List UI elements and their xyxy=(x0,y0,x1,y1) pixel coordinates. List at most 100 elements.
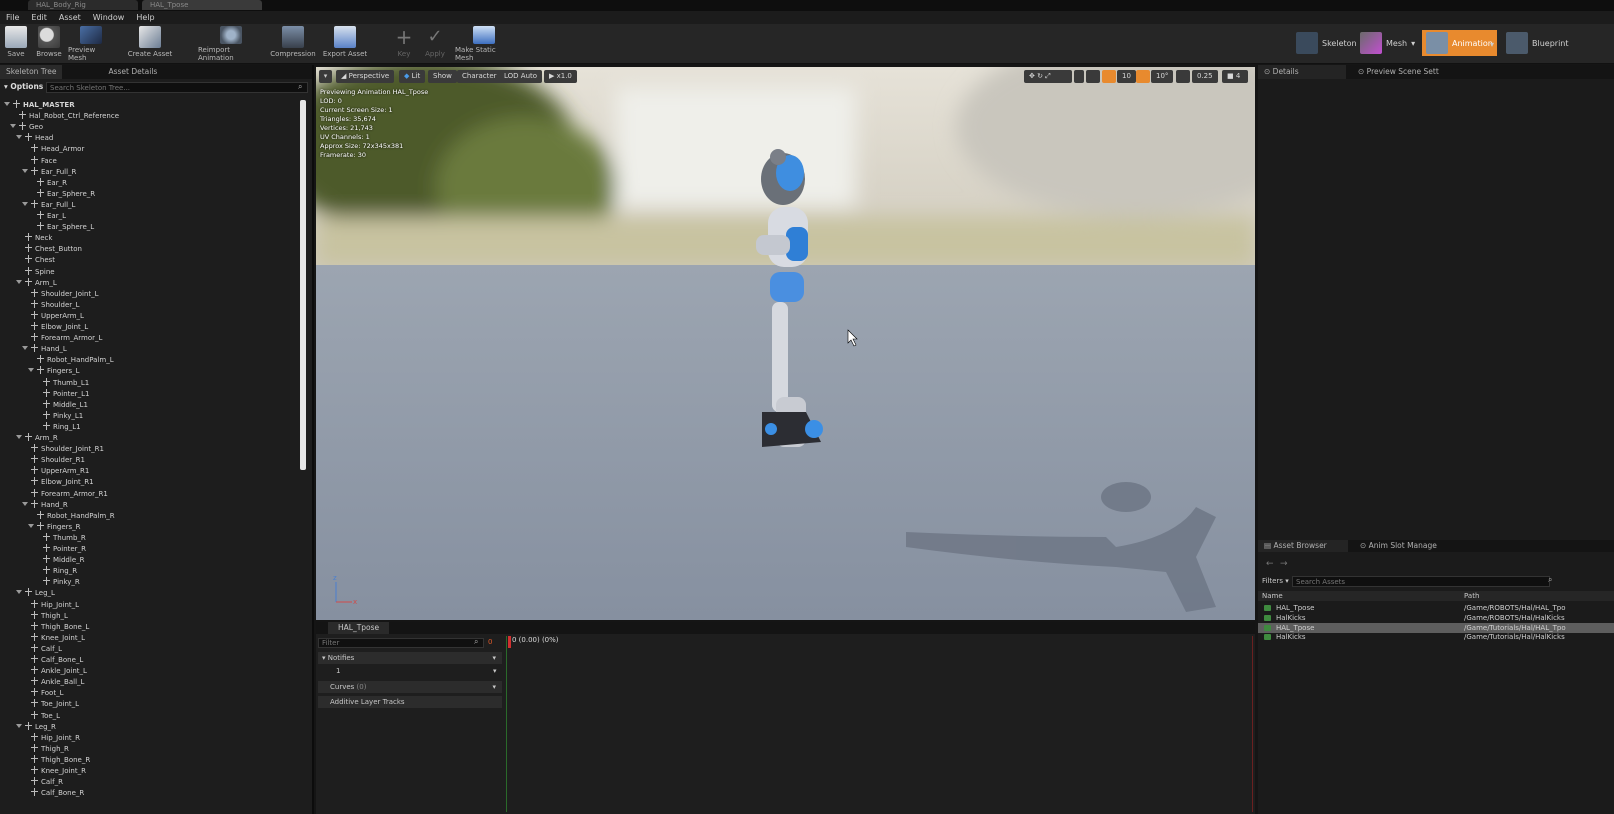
chevron-down-icon[interactable]: ▾ xyxy=(493,667,497,675)
key-button[interactable]: + Key xyxy=(394,26,414,62)
tree-row[interactable]: Hand_R xyxy=(22,499,68,511)
tree-row[interactable]: Pinky_R xyxy=(34,577,80,588)
viewport-menu-button[interactable]: ▾ xyxy=(319,70,332,83)
tree-row[interactable]: Arm_R xyxy=(16,433,58,444)
tab-skeleton-tree[interactable]: Skeleton Tree xyxy=(0,65,63,79)
tab-preview-scene-settings[interactable]: ⊙ Preview Scene Sett xyxy=(1352,65,1445,79)
doc-tab-2[interactable]: HAL_Tpose xyxy=(142,0,262,10)
export-asset-button[interactable]: Export Asset xyxy=(322,26,368,62)
tree-row[interactable]: Spine xyxy=(16,266,55,278)
tree-row[interactable]: Fingers_R xyxy=(28,521,81,533)
speed-button[interactable]: ▶ x1.0 xyxy=(544,70,577,83)
grid-icon[interactable] xyxy=(1074,70,1084,83)
menu-asset[interactable]: Asset xyxy=(59,11,81,24)
notify-track-1[interactable]: 1 xyxy=(336,667,340,675)
tree-row[interactable]: Pinky_L1 xyxy=(34,410,83,422)
tree-row[interactable]: Middle_R xyxy=(34,555,85,566)
tree-row[interactable]: Arm_L xyxy=(16,277,57,289)
tree-row[interactable]: Pointer_L1 xyxy=(34,388,89,400)
asset-row[interactable]: HAL_Tpose/Game/ROBOTS/Hal/HAL_Tpo xyxy=(1258,603,1614,613)
tree-row[interactable]: Hip_Joint_L xyxy=(22,599,79,611)
character-button[interactable]: Character xyxy=(457,70,502,83)
tree-row[interactable]: Middle_L1 xyxy=(34,399,88,411)
rotation-snap-toggle[interactable] xyxy=(1136,70,1150,83)
tree-row[interactable]: Robot_HandPalm_L xyxy=(28,355,114,366)
tree-row[interactable]: Shoulder_Joint_R1 xyxy=(22,444,104,455)
tab-asset-details[interactable]: Asset Details xyxy=(102,65,163,79)
transform-tools[interactable]: ✥ ↻ ⤢ xyxy=(1024,70,1072,83)
tree-row[interactable]: Hal_Robot_Ctrl_Reference xyxy=(10,111,119,122)
mode-blueprint[interactable]: Blueprint xyxy=(1502,30,1573,56)
tree-row[interactable]: Chest_Button xyxy=(16,244,82,255)
tree-row[interactable]: Thumb_L1 xyxy=(34,377,89,389)
apply-button[interactable]: ✓ Apply xyxy=(424,26,446,62)
expand-arrow-icon[interactable] xyxy=(22,501,28,506)
browse-button[interactable]: Browse xyxy=(34,26,64,62)
tree-row[interactable]: Calf_Bone_L xyxy=(22,655,83,666)
tab-hal-tpose[interactable]: HAL_Tpose xyxy=(328,622,390,634)
camera-speed-button[interactable]: ■ 4 xyxy=(1222,70,1248,83)
tree-row[interactable]: Thigh_R xyxy=(22,743,69,755)
create-asset-button[interactable]: Create Asset xyxy=(127,26,173,62)
tree-row[interactable]: Calf_Bone_R xyxy=(22,788,84,799)
tree-row[interactable]: Shoulder_Joint_L xyxy=(22,288,99,300)
show-button[interactable]: Show xyxy=(428,70,457,83)
back-arrow-icon[interactable]: ← xyxy=(1266,559,1274,569)
save-button[interactable]: Save xyxy=(4,26,28,62)
asset-row[interactable]: HalKicks/Game/ROBOTS/Hal/HalKicks xyxy=(1258,613,1614,623)
scrollbar[interactable] xyxy=(300,100,306,470)
make-static-mesh-button[interactable]: Make Static Mesh xyxy=(455,26,513,62)
mode-animation[interactable]: Animation xyxy=(1422,30,1497,56)
viewport[interactable]: z x ▾ ◢ Perspective ◆ Lit Show Character… xyxy=(316,67,1255,620)
tree-row[interactable]: Knee_Joint_R xyxy=(22,766,86,777)
tree-row[interactable]: Head xyxy=(16,133,53,144)
tree-row[interactable]: UpperArm_L xyxy=(22,310,84,322)
tree-row[interactable]: Ear_R xyxy=(28,177,67,189)
forward-arrow-icon[interactable]: → xyxy=(1280,559,1288,569)
tree-row[interactable]: Pointer_R xyxy=(34,544,86,555)
expand-arrow-icon[interactable] xyxy=(16,590,22,595)
tree-row[interactable]: Leg_R xyxy=(16,721,56,733)
tree-row[interactable]: Forearm_Armor_R1 xyxy=(22,488,108,500)
tree-row[interactable]: Calf_L xyxy=(22,643,62,655)
grid-snap-toggle[interactable] xyxy=(1102,70,1116,83)
column-name[interactable]: Name xyxy=(1262,591,1283,601)
tree-row[interactable]: Neck xyxy=(16,233,52,244)
column-path[interactable]: Path xyxy=(1464,591,1479,601)
tree-row[interactable]: Toe_L xyxy=(22,710,60,722)
tree-row[interactable]: Foot_L xyxy=(22,688,64,699)
asset-row[interactable]: HAL_Tpose/Game/Tutorials/Hal/HAL_Tpo xyxy=(1258,622,1614,633)
tree-row[interactable]: Calf_R xyxy=(22,777,63,788)
chevron-down-icon[interactable]: ▾ xyxy=(1490,40,1494,49)
tree-row[interactable]: Ear_Sphere_R xyxy=(28,188,95,200)
tree-row[interactable]: Thigh_L xyxy=(22,610,68,622)
tree-row[interactable]: Hip_Joint_R xyxy=(22,732,80,744)
tree-row[interactable]: Geo xyxy=(10,122,43,133)
tree-row[interactable]: Ear_Sphere_L xyxy=(28,222,94,233)
expand-arrow-icon[interactable] xyxy=(22,346,28,351)
expand-arrow-icon[interactable] xyxy=(22,168,28,173)
curves-track[interactable]: Curves (0) ▾ xyxy=(318,681,502,693)
tree-row[interactable]: Shoulder_L xyxy=(22,299,80,311)
playhead[interactable] xyxy=(508,636,511,648)
tree-row[interactable]: HAL_MASTER xyxy=(4,100,75,111)
tree-row[interactable]: Shoulder_R1 xyxy=(22,455,85,466)
preview-mesh-button[interactable]: Preview Mesh xyxy=(68,26,114,62)
lit-button[interactable]: ◆ Lit xyxy=(399,70,426,83)
menu-edit[interactable]: Edit xyxy=(31,11,47,24)
scale-snap-icon[interactable] xyxy=(1176,70,1190,83)
tree-row[interactable]: Ear_Full_R xyxy=(22,166,76,178)
tree-row[interactable]: Ear_L xyxy=(28,211,66,222)
tree-row[interactable]: Thigh_Bone_R xyxy=(22,754,90,766)
snap-icon[interactable] xyxy=(1086,70,1100,83)
mode-skeleton[interactable]: Skeleton xyxy=(1292,30,1361,56)
asset-row[interactable]: HalKicks/Game/Tutorials/Hal/HalKicks xyxy=(1258,632,1614,642)
tree-row[interactable]: Ring_L1 xyxy=(34,421,81,433)
reimport-animation-button[interactable]: Reimport Animation xyxy=(198,26,264,62)
filters-dropdown[interactable]: Filters ▾ xyxy=(1262,577,1289,585)
tree-row[interactable]: Elbow_Joint_L xyxy=(22,322,88,333)
tree-row[interactable]: Face xyxy=(22,155,57,167)
tree-row[interactable]: Forearm_Armor_L xyxy=(22,333,102,344)
tree-row[interactable]: Head_Armor xyxy=(22,144,84,155)
notifies-track[interactable]: ▾ Notifies ▾ xyxy=(318,652,502,664)
